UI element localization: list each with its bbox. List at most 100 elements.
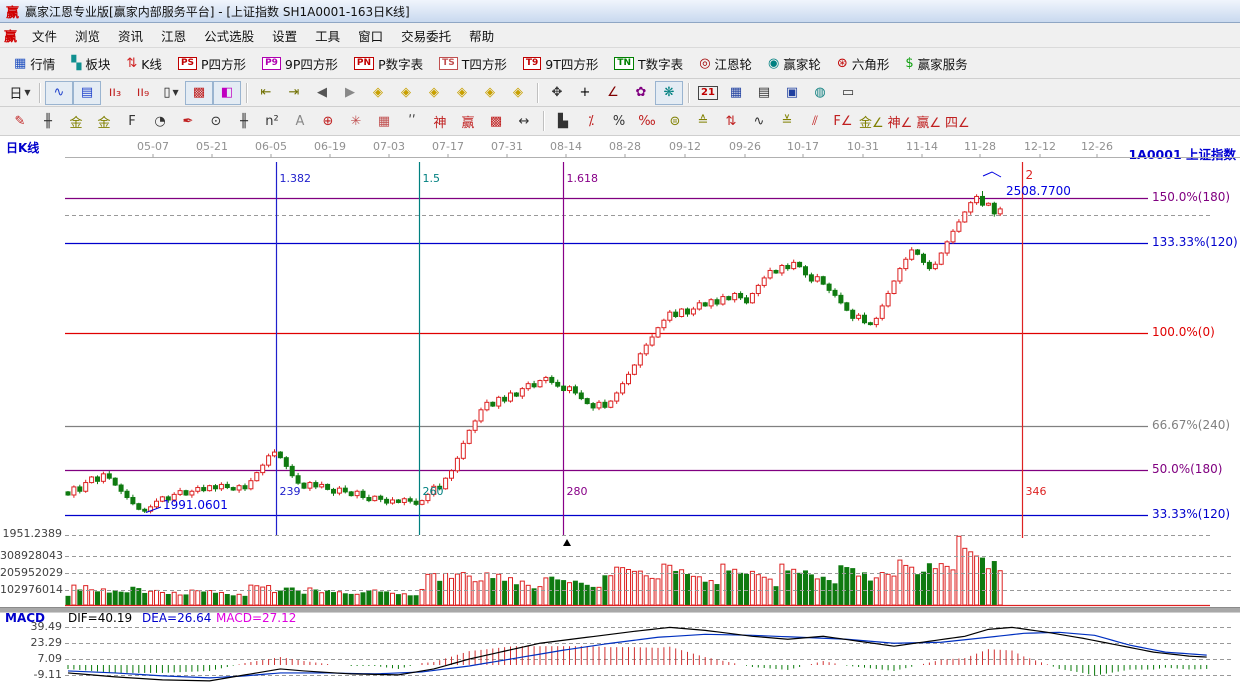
p-square-label: P四方形 bbox=[201, 56, 247, 72]
toolbar-p-square[interactable]: PS P四方形 bbox=[170, 51, 254, 76]
volume-scale-label: 205952029 bbox=[0, 566, 63, 579]
tool-f-scale[interactable]: F bbox=[119, 110, 145, 132]
tool-updown-flag[interactable]: ⇅ bbox=[718, 110, 744, 132]
ratio-label: 1.382 bbox=[279, 172, 312, 185]
gold-circle-icon: ⊜ bbox=[669, 113, 681, 129]
tool-red-pattern-view[interactable]: ▩ bbox=[185, 80, 213, 105]
tool-red-target[interactable]: ⊕ bbox=[315, 110, 341, 132]
menu-浏览[interactable]: 浏览 bbox=[66, 27, 109, 46]
9p-square-label: 9P四方形 bbox=[284, 56, 338, 72]
tool-next-page[interactable]: ▶ bbox=[337, 82, 363, 104]
tool-hand-drag[interactable]: ✥ bbox=[544, 82, 570, 104]
tool-trend-wave-tool[interactable]: ∿ bbox=[45, 80, 73, 105]
menu-设置[interactable]: 设置 bbox=[263, 27, 306, 46]
tool-square-grid[interactable]: ▦ bbox=[371, 110, 397, 132]
tool-expand-h-diamond[interactable]: ◈ bbox=[421, 82, 447, 104]
tool-price-ladder[interactable]: ▙ bbox=[550, 110, 576, 132]
trend-wave-tool-icon: ∿ bbox=[53, 85, 65, 100]
tool-k-count[interactable]: ʹʹ bbox=[399, 110, 425, 132]
tool-gold-underline[interactable]: ≚ bbox=[774, 110, 800, 132]
menu-江恩[interactable]: 江恩 bbox=[152, 27, 195, 46]
tool-angle-measure[interactable]: ∠ bbox=[600, 82, 626, 104]
tool-profile-histogram[interactable]: ◧ bbox=[213, 80, 241, 105]
tool-grid-129[interactable]: ▩ bbox=[483, 110, 509, 132]
tool-percent-under[interactable]: ‰ bbox=[634, 110, 660, 132]
tool-cycle-circle[interactable]: ⊙ bbox=[203, 110, 229, 132]
tool-percent[interactable]: % bbox=[606, 110, 632, 132]
toolbar-winner-service[interactable]: $ 赢家服务 bbox=[897, 51, 975, 76]
toolbar-winner-wheel[interactable]: ◉ 赢家轮 bbox=[760, 51, 829, 76]
tool-bars-9[interactable]: ıı₉ bbox=[130, 82, 156, 104]
tool-candle-style-dropdown[interactable]: ▯ ▼ bbox=[158, 82, 184, 104]
tool-spiral-tool[interactable]: ◔ bbox=[147, 110, 173, 132]
tool-star-grid[interactable]: ✳ bbox=[343, 110, 369, 132]
menu-窗口[interactable]: 窗口 bbox=[349, 27, 392, 46]
tool-gold-scale-1[interactable]: 金 bbox=[63, 110, 89, 132]
tool-notepad[interactable]: ▤ bbox=[751, 82, 777, 104]
tool-time-scale[interactable]: ╫ bbox=[231, 110, 257, 132]
tool-send-web[interactable]: ◍ bbox=[807, 82, 833, 104]
tool-save[interactable]: ▣ bbox=[779, 82, 805, 104]
tool-n-square-tool[interactable]: n² bbox=[259, 110, 285, 132]
tool-f-angle[interactable]: F∠ bbox=[830, 110, 856, 132]
toolbar-separator bbox=[39, 82, 40, 103]
date-tick: 06-05 bbox=[255, 140, 287, 153]
tool-first-page[interactable]: ⇤ bbox=[253, 82, 279, 104]
menu-交易委托[interactable]: 交易委托 bbox=[392, 27, 460, 46]
tool-expand-v-diamond[interactable]: ◈ bbox=[477, 82, 503, 104]
tool-prev-page[interactable]: ◀ bbox=[309, 82, 335, 104]
toolbar-p-number-table[interactable]: PN P数字表 bbox=[346, 51, 431, 76]
tool-j-angle[interactable]: ⫽ bbox=[802, 110, 828, 132]
tool-bars-3[interactable]: ıı₃ bbox=[102, 82, 128, 104]
toolbar-sectors[interactable]: ▚ 板块 bbox=[63, 51, 118, 76]
tool-draw-pen[interactable]: ✒ bbox=[175, 110, 201, 132]
tool-scroll-right-diamond[interactable]: ◈ bbox=[393, 82, 419, 104]
tool-scroll-left-diamond[interactable]: ◈ bbox=[365, 82, 391, 104]
tool-win-grid[interactable]: 赢 bbox=[455, 110, 481, 132]
tool-gann-marker[interactable]: ✿ bbox=[628, 82, 654, 104]
tool-calendar-21[interactable]: 21 bbox=[695, 82, 721, 104]
menu-资讯[interactable]: 资讯 bbox=[109, 27, 152, 46]
kline-plot[interactable] bbox=[0, 136, 1240, 687]
tool-percent-line[interactable]: ⁒ bbox=[578, 110, 604, 132]
tool-wave-band[interactable]: ∿ bbox=[746, 110, 772, 132]
tool-mirror-tool[interactable]: A bbox=[287, 110, 313, 132]
tool-gold-line[interactable]: ≙ bbox=[690, 110, 716, 132]
tool-win-angle[interactable]: 赢∠ bbox=[915, 110, 942, 132]
toolbar-t-number-table[interactable]: TN T数字表 bbox=[606, 51, 691, 76]
toolbar-9p-square[interactable]: P9 9P四方形 bbox=[254, 51, 346, 76]
tool-smart-brain[interactable]: ❋ bbox=[655, 80, 683, 105]
tool-shrink-v-diamond[interactable]: ◈ bbox=[505, 82, 531, 104]
tool-gann-scale[interactable]: ╫ bbox=[35, 110, 61, 132]
tool-draw-knife[interactable]: ✎ bbox=[7, 110, 33, 132]
toolbar-kline[interactable]: ⇅ K线 bbox=[118, 51, 170, 76]
tool-si-angle[interactable]: 四∠ bbox=[944, 110, 971, 132]
tool-shen-angle[interactable]: 神∠ bbox=[887, 110, 914, 132]
toolbar-quotes[interactable]: ▦ 行情 bbox=[6, 51, 63, 76]
toolbar-9t-square[interactable]: T9 9T四方形 bbox=[515, 51, 607, 76]
tool-gold-circle[interactable]: ⊜ bbox=[662, 110, 688, 132]
tool-calculator[interactable]: ▦ bbox=[723, 82, 749, 104]
tool-last-page[interactable]: ⇥ bbox=[281, 82, 307, 104]
tool-crosshair[interactable]: + bbox=[572, 82, 598, 104]
menu-工具[interactable]: 工具 bbox=[306, 27, 349, 46]
tool-shen-grid[interactable]: 神 bbox=[427, 110, 453, 132]
9p-square-icon: P9 bbox=[262, 56, 281, 70]
tool-h-span[interactable]: ↔ bbox=[511, 110, 537, 132]
tool-info-panel[interactable]: ▤ bbox=[73, 80, 101, 105]
tool-gold-scale-2[interactable]: 金 bbox=[91, 110, 117, 132]
menu-帮助[interactable]: 帮助 bbox=[460, 27, 503, 46]
toolbar-hexagon[interactable]: ⊛ 六角形 bbox=[829, 51, 897, 76]
toolbar-gann-wheel[interactable]: ◎ 江恩轮 bbox=[691, 51, 760, 76]
toolbar-t-square[interactable]: TS T四方形 bbox=[431, 51, 515, 76]
tool-gold-angle[interactable]: 金∠ bbox=[858, 110, 885, 132]
tool-shrink-h-diamond[interactable]: ◈ bbox=[449, 82, 475, 104]
menu-文件[interactable]: 文件 bbox=[23, 27, 66, 46]
tool-period-daily-dropdown[interactable]: 日 ▼ bbox=[7, 82, 33, 104]
toolbar-main: ▦ 行情 ▚ 板块 ⇅ K线 PS P四方形 P9 9P四方形 PN P数字表 TS T四方形 T9 9T四方… bbox=[0, 48, 1240, 79]
expand-v-diamond-icon: ◈ bbox=[485, 85, 495, 100]
macd-scale-label: 7.09 bbox=[37, 652, 63, 665]
wave-band-icon: ∿ bbox=[753, 113, 765, 129]
menu-公式选股[interactable]: 公式选股 bbox=[195, 27, 263, 46]
tool-printer[interactable]: ▭ bbox=[835, 82, 861, 104]
